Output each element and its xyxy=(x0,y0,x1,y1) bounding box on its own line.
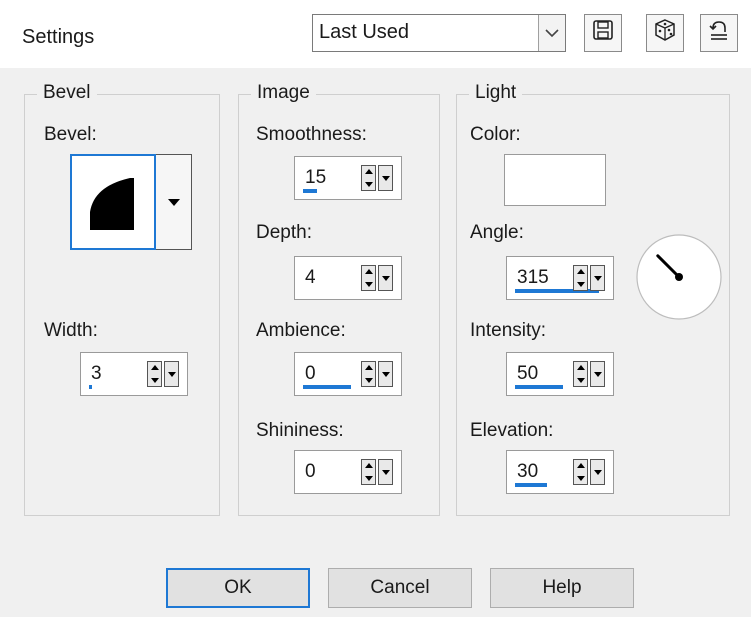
smoothness-level-bar xyxy=(303,189,317,193)
elevation-up-down-icon[interactable] xyxy=(573,459,588,485)
shininess-dropdown-icon[interactable] xyxy=(378,459,393,485)
elevation-level-bar xyxy=(515,483,547,487)
save-preset-button[interactable] xyxy=(584,14,622,52)
depth-label: Depth: xyxy=(256,222,312,243)
angle-dropdown-icon[interactable] xyxy=(590,265,605,291)
smoothness-up-down-icon[interactable] xyxy=(361,165,376,191)
caret-down-icon xyxy=(167,191,180,213)
width-level-bar xyxy=(89,385,92,389)
ambience-dropdown-icon[interactable] xyxy=(378,361,393,387)
ok-button[interactable]: OK xyxy=(166,568,310,608)
intensity-spinner[interactable]: 50 xyxy=(506,352,614,396)
save-preset-icon xyxy=(592,19,614,47)
preset-select[interactable]: Last Used xyxy=(312,14,566,52)
shininess-up-down-icon[interactable] xyxy=(361,459,376,485)
width-dropdown-icon[interactable] xyxy=(164,361,179,387)
depth-value: 4 xyxy=(305,267,316,288)
intensity-up-down-icon[interactable] xyxy=(573,361,588,387)
depth-up-down-icon[interactable] xyxy=(361,265,376,291)
color-label: Color: xyxy=(470,124,521,145)
elevation-label: Elevation: xyxy=(470,420,554,441)
width-label: Width: xyxy=(44,320,98,341)
depth-dropdown-icon[interactable] xyxy=(378,265,393,291)
width-spinner[interactable]: 3 xyxy=(80,352,188,396)
shininess-label: Shininess: xyxy=(256,420,344,441)
intensity-level-bar xyxy=(515,385,563,389)
depth-spinner[interactable]: 4 xyxy=(294,256,402,300)
intensity-value: 50 xyxy=(517,363,539,384)
reset-button[interactable] xyxy=(700,14,738,52)
ambience-value: 0 xyxy=(305,363,316,384)
help-button[interactable]: Help xyxy=(490,568,634,608)
bevel-label: Bevel: xyxy=(44,124,97,145)
elevation-dropdown-icon[interactable] xyxy=(590,459,605,485)
cancel-button[interactable]: Cancel xyxy=(328,568,472,608)
bevel-dropdown-button[interactable] xyxy=(156,154,192,250)
reset-arrow-icon xyxy=(707,18,731,48)
angle-dial[interactable] xyxy=(634,232,724,322)
light-group-title: Light xyxy=(469,82,523,104)
intensity-label: Intensity: xyxy=(470,320,547,341)
dial-center-dot xyxy=(675,273,683,281)
smoothness-dropdown-icon[interactable] xyxy=(378,165,393,191)
angle-spinner[interactable]: 315 xyxy=(506,256,614,300)
angle-up-down-icon[interactable] xyxy=(573,265,588,291)
width-value: 3 xyxy=(91,363,102,384)
smoothness-value: 15 xyxy=(305,167,327,188)
image-group-title: Image xyxy=(251,82,316,104)
intensity-dropdown-icon[interactable] xyxy=(590,361,605,387)
ambience-spinner[interactable]: 0 xyxy=(294,352,402,396)
width-up-down-icon[interactable] xyxy=(147,361,162,387)
smoothness-label: Smoothness: xyxy=(256,124,367,145)
shininess-spinner[interactable]: 0 xyxy=(294,450,402,494)
light-color-swatch[interactable] xyxy=(504,154,606,206)
elevation-spinner[interactable]: 30 xyxy=(506,450,614,494)
angle-value: 315 xyxy=(517,267,549,288)
bevel-shape-preview[interactable] xyxy=(70,154,156,250)
randomize-button[interactable] xyxy=(646,14,684,52)
preset-value: Last Used xyxy=(319,21,410,43)
bevel-shape-icon xyxy=(90,178,134,230)
bevel-group-title: Bevel xyxy=(37,82,97,104)
angle-label: Angle: xyxy=(470,222,524,243)
smoothness-spinner[interactable]: 15 xyxy=(294,156,402,200)
ambience-label: Ambience: xyxy=(256,320,346,341)
elevation-value: 30 xyxy=(517,461,539,482)
ambience-level-bar xyxy=(303,385,351,389)
settings-label: Settings xyxy=(22,26,95,48)
randomize-dice-icon xyxy=(653,18,677,48)
chevron-down-icon[interactable] xyxy=(538,15,565,51)
shininess-value: 0 xyxy=(305,461,316,482)
ambience-up-down-icon[interactable] xyxy=(361,361,376,387)
